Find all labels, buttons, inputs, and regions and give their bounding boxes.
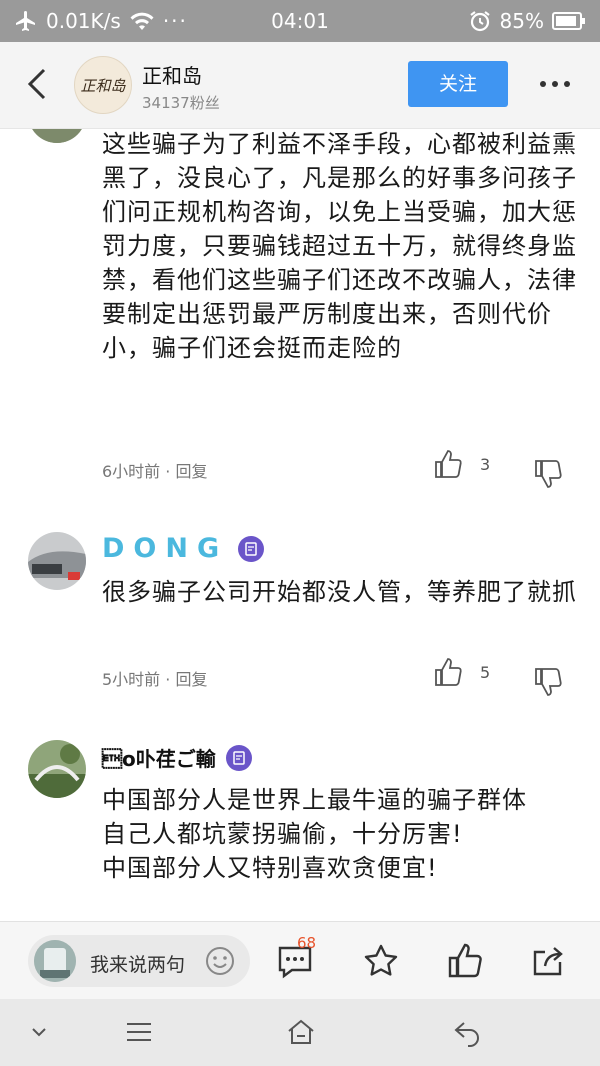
avatar[interactable] (28, 532, 86, 590)
menu-icon[interactable] (124, 1017, 154, 1047)
comment-count-badge: 68 (297, 934, 317, 952)
like-control[interactable]: 5 (434, 657, 490, 687)
comment-line: 中国部分人又特别喜欢贪便宜! (102, 854, 438, 882)
commenter-name[interactable]: DONG (102, 533, 265, 564)
like-control[interactable]: 3 (434, 449, 490, 479)
account-name[interactable]: 正和岛 (142, 60, 202, 89)
user-avatar (34, 940, 76, 982)
commenter-name[interactable]: o卟荏ご輸 (102, 743, 252, 772)
network-speed: 0.01K/s (46, 9, 121, 33)
like-count: 5 (480, 662, 491, 682)
follow-button[interactable]: 关注 (408, 61, 508, 107)
follower-count: 34137粉丝 (142, 94, 220, 112)
comment-text: 这些骗子为了利益不泽手段，心都被利益熏黑了，没良心了，凡是那么的好事多问孩子们问… (102, 130, 577, 362)
comment-text: 中国部分人是世界上最牛逼的骗子群体 自己人都坑蒙拐骗偷，十分厉害! 中国部分人又… (102, 783, 582, 885)
commenter-name-text: o卟荏ご輸 (102, 747, 216, 771)
emoji-icon[interactable] (204, 945, 236, 977)
thumbs-up-icon[interactable] (434, 449, 462, 479)
profile-header: 正和岛 正和岛 34137粉丝 关注 (0, 42, 600, 129)
chevron-down-icon[interactable] (24, 1017, 54, 1047)
comment-meta: 5小时前 · 回复 (102, 670, 208, 689)
comment-text: 很多骗子公司开始都没人管，等养肥了就抓 (102, 578, 577, 606)
thumbs-down-icon[interactable] (534, 667, 562, 697)
airplane-mode-icon (16, 11, 35, 31)
more-dots-icon[interactable] (538, 78, 572, 90)
wifi-icon (130, 12, 154, 30)
comment-line: 中国部分人是世界上最牛逼的骗子群体 (102, 786, 527, 814)
reply-link[interactable]: 回复 (175, 462, 207, 481)
thumbs-down-icon[interactable] (534, 459, 562, 489)
comment-meta: 6小时前 · 回复 (102, 462, 208, 481)
back-arrow-icon[interactable] (452, 1017, 482, 1047)
more-status-icon: ··· (162, 9, 188, 33)
bottom-action-bar: 我来说两句 68 (0, 921, 600, 1000)
star-icon[interactable] (362, 942, 400, 980)
comment-line: 自己人都坑蒙拐骗偷，十分厉害! (102, 820, 463, 848)
status-bar: 0.01K/s ··· 04:01 85% (0, 0, 600, 42)
comment-time: 6小时前 (102, 462, 161, 481)
system-nav-bar (0, 999, 600, 1066)
chevron-left-icon[interactable] (18, 64, 58, 104)
thumbs-up-icon[interactable] (434, 657, 462, 687)
alarm-icon (469, 11, 490, 32)
account-avatar-text: 正和岛 (80, 76, 126, 95)
commenter-name-text: DONG (102, 533, 229, 564)
battery-percent: 85% (499, 9, 544, 33)
share-icon[interactable] (530, 942, 568, 980)
comment-input-placeholder: 我来说两句 (90, 954, 186, 976)
home-icon[interactable] (286, 1017, 316, 1047)
reply-link[interactable]: 回复 (175, 670, 207, 689)
verified-badge-icon (225, 744, 252, 771)
battery-icon (552, 12, 585, 30)
like-count: 3 (480, 454, 491, 474)
comment-time: 5小时前 (102, 670, 161, 689)
account-avatar[interactable]: 正和岛 (74, 56, 132, 114)
comment-input[interactable]: 我来说两句 (28, 935, 250, 987)
avatar[interactable] (28, 129, 86, 143)
avatar[interactable] (28, 740, 86, 798)
verified-badge-icon (238, 535, 265, 562)
comment-feed[interactable]: 这些骗子为了利益不泽手段，心都被利益熏黑了，没良心了，凡是那么的好事多问孩子们问… (0, 129, 600, 921)
thumbs-up-icon[interactable] (446, 942, 484, 980)
